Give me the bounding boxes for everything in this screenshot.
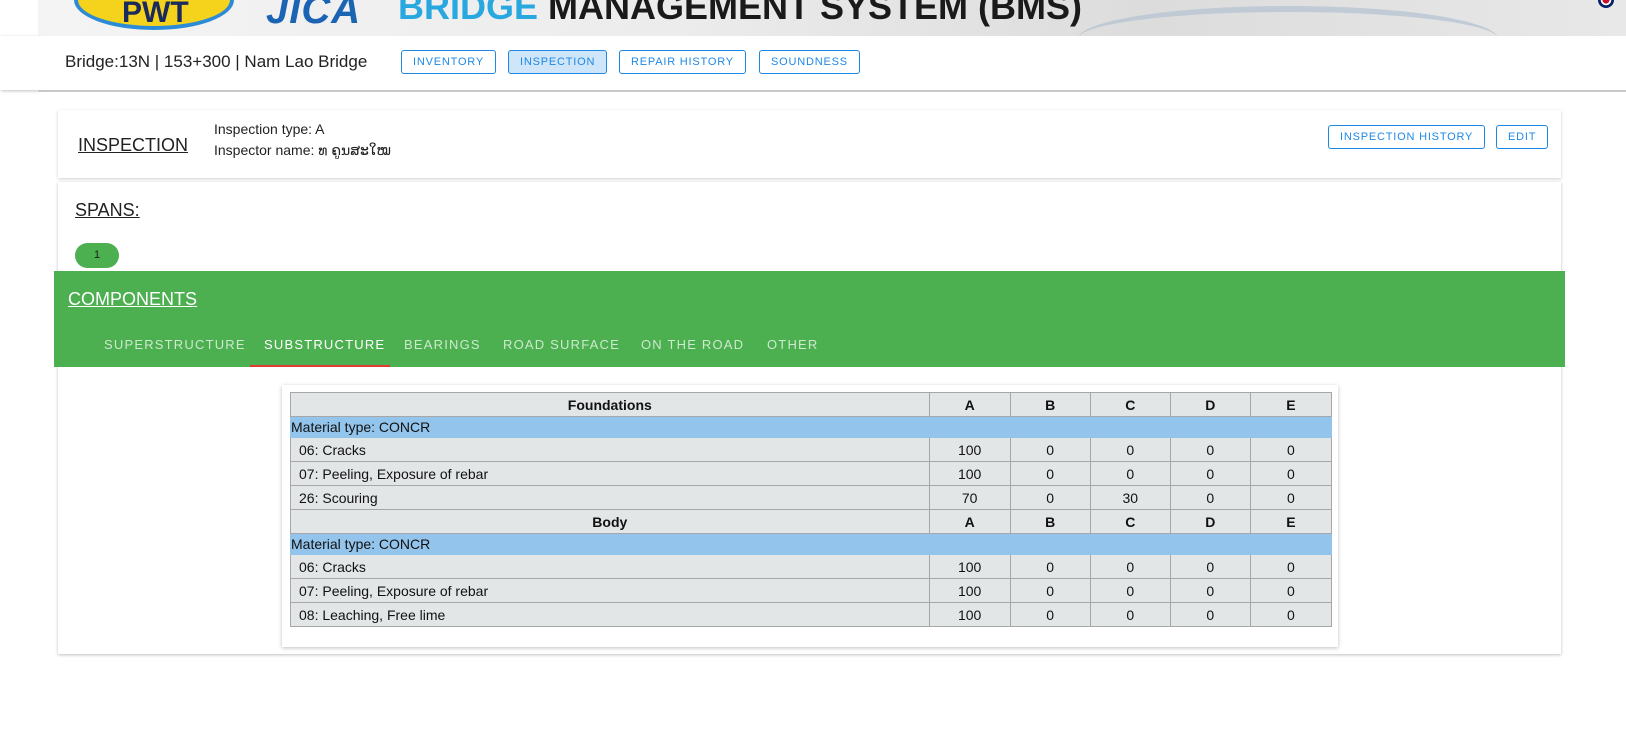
table-row: 07: Peeling, Exposure of rebar 100 0 0 0… xyxy=(290,461,1333,486)
inspection-card: INSPECTION Inspection type: A Inspector … xyxy=(58,110,1561,178)
grade-value: 100 xyxy=(928,554,1011,579)
uk-flag-icon[interactable] xyxy=(1598,0,1614,8)
damage-label: 26: Scouring xyxy=(290,485,930,510)
damage-table-card: Foundations A B C D E Material type: CON… xyxy=(282,385,1338,647)
grade-value: 0 xyxy=(1169,554,1251,579)
span-chip-1[interactable]: 1 xyxy=(75,243,119,268)
grade-value: 0 xyxy=(1249,437,1333,462)
inspection-history-button[interactable]: INSPECTION HISTORY xyxy=(1328,125,1486,149)
drawer-edge xyxy=(0,36,38,90)
damage-label: 08: Leaching, Free lime xyxy=(290,602,930,627)
grade-header: C xyxy=(1089,392,1171,417)
inventory-button[interactable]: INVENTORY xyxy=(401,50,496,74)
table-row: 06: Cracks 100 0 0 0 0 xyxy=(290,437,1333,462)
inspection-type: Inspection type: A xyxy=(214,121,325,137)
bridge-title: Bridge:13N | 153+300 | Nam Lao Bridge xyxy=(65,52,368,71)
grade-value: 100 xyxy=(928,437,1011,462)
tab-on-the-road[interactable]: ON THE ROAD xyxy=(641,337,744,352)
damage-table: Foundations A B C D E Material type: CON… xyxy=(290,392,1333,627)
inspection-info: Inspection type: A Inspector name: ທ ຄູນ… xyxy=(214,119,391,161)
grade-value: 0 xyxy=(1009,437,1091,462)
grade-value: 0 xyxy=(1009,578,1091,603)
repair-history-button[interactable]: REPAIR HISTORY xyxy=(619,50,746,74)
grade-value: 0 xyxy=(1009,602,1091,627)
grade-value: 0 xyxy=(1249,578,1333,603)
damage-label: 07: Peeling, Exposure of rebar xyxy=(290,461,930,486)
bridge-header: Bridge:13N | 153+300 | Nam Lao Bridge IN… xyxy=(38,36,1626,92)
tab-substructure[interactable]: SUBSTRUCTURE xyxy=(264,337,385,352)
material-type: Material type: CONCR xyxy=(290,416,1332,438)
grade-header: E xyxy=(1249,392,1333,417)
grade-value: 100 xyxy=(928,578,1011,603)
section-header-row: Body A B C D E xyxy=(290,509,1333,534)
active-tab-indicator xyxy=(250,365,390,367)
inspector-name: Inspector name: ທ ຄູນສະໃໝ xyxy=(214,142,391,158)
grade-header: A xyxy=(928,392,1011,417)
app-title: BRIDGE MANAGEMENT SYSTEM (BMS) xyxy=(398,0,1083,27)
grade-value: 0 xyxy=(1249,602,1333,627)
grade-value: 0 xyxy=(1169,437,1251,462)
damage-label: 06: Cracks xyxy=(290,554,930,579)
inspection-heading: INSPECTION xyxy=(78,135,189,155)
grade-header: B xyxy=(1009,392,1091,417)
damage-label: 07: Peeling, Exposure of rebar xyxy=(290,578,930,603)
grade-header: E xyxy=(1249,509,1333,534)
grade-value: 0 xyxy=(1089,461,1171,486)
grade-value: 0 xyxy=(1009,461,1091,486)
section-name: Body xyxy=(290,509,930,534)
material-type: Material type: CONCR xyxy=(290,533,1332,555)
table-row: 08: Leaching, Free lime 100 0 0 0 0 xyxy=(290,602,1333,627)
section-header-row: Foundations A B C D E xyxy=(290,392,1333,417)
damage-label: 06: Cracks xyxy=(290,437,930,462)
material-row: Material type: CONCR xyxy=(290,533,1332,555)
spans-heading: SPANS: xyxy=(75,200,140,220)
grade-value: 0 xyxy=(1249,461,1333,486)
soundness-button[interactable]: SOUNDNESS xyxy=(759,50,860,74)
tab-other[interactable]: OTHER xyxy=(767,337,819,352)
grade-value: 0 xyxy=(1169,461,1251,486)
grade-value: 0 xyxy=(1089,602,1171,627)
grade-value: 0 xyxy=(1169,485,1251,510)
material-row: Material type: CONCR xyxy=(290,416,1332,438)
grade-value: 100 xyxy=(928,602,1011,627)
table-row: 26: Scouring 70 0 30 0 0 xyxy=(290,485,1333,510)
tab-superstructure[interactable]: SUPERSTRUCTURE xyxy=(104,337,246,352)
grade-value: 0 xyxy=(1169,578,1251,603)
grade-value: 0 xyxy=(1009,485,1091,510)
pwt-logo: PWT xyxy=(74,0,234,30)
grade-header: A xyxy=(928,509,1011,534)
bridge-arch-graphic xyxy=(1078,6,1498,36)
grade-value: 30 xyxy=(1089,485,1171,510)
section-name: Foundations xyxy=(290,392,930,417)
grade-value: 0 xyxy=(1009,554,1091,579)
grade-value: 0 xyxy=(1249,554,1333,579)
inspection-button[interactable]: INSPECTION xyxy=(508,50,608,74)
grade-value: 0 xyxy=(1249,485,1333,510)
grade-header: B xyxy=(1009,509,1091,534)
table-row: 07: Peeling, Exposure of rebar 100 0 0 0… xyxy=(290,578,1333,603)
components-heading: COMPONENTS xyxy=(68,289,198,309)
table-row: 06: Cracks 100 0 0 0 0 xyxy=(290,554,1333,579)
edit-button[interactable]: EDIT xyxy=(1496,125,1549,149)
grade-value: 0 xyxy=(1089,437,1171,462)
grade-value: 70 xyxy=(928,485,1011,510)
top-banner: PWT JICA BRIDGE MANAGEMENT SYSTEM (BMS) xyxy=(38,0,1626,36)
grade-value: 0 xyxy=(1169,602,1251,627)
grade-value: 0 xyxy=(1089,578,1171,603)
grade-header: D xyxy=(1169,509,1251,534)
grade-value: 100 xyxy=(928,461,1011,486)
grade-value: 0 xyxy=(1089,554,1171,579)
components-bar: COMPONENTS SUPERSTRUCTURE SUBSTRUCTURE B… xyxy=(54,271,1565,367)
grade-header: C xyxy=(1089,509,1171,534)
jica-logo: JICA xyxy=(266,0,362,32)
tab-road-surface[interactable]: ROAD SURFACE xyxy=(503,337,620,352)
grade-header: D xyxy=(1169,392,1251,417)
tab-bearings[interactable]: BEARINGS xyxy=(404,337,481,352)
